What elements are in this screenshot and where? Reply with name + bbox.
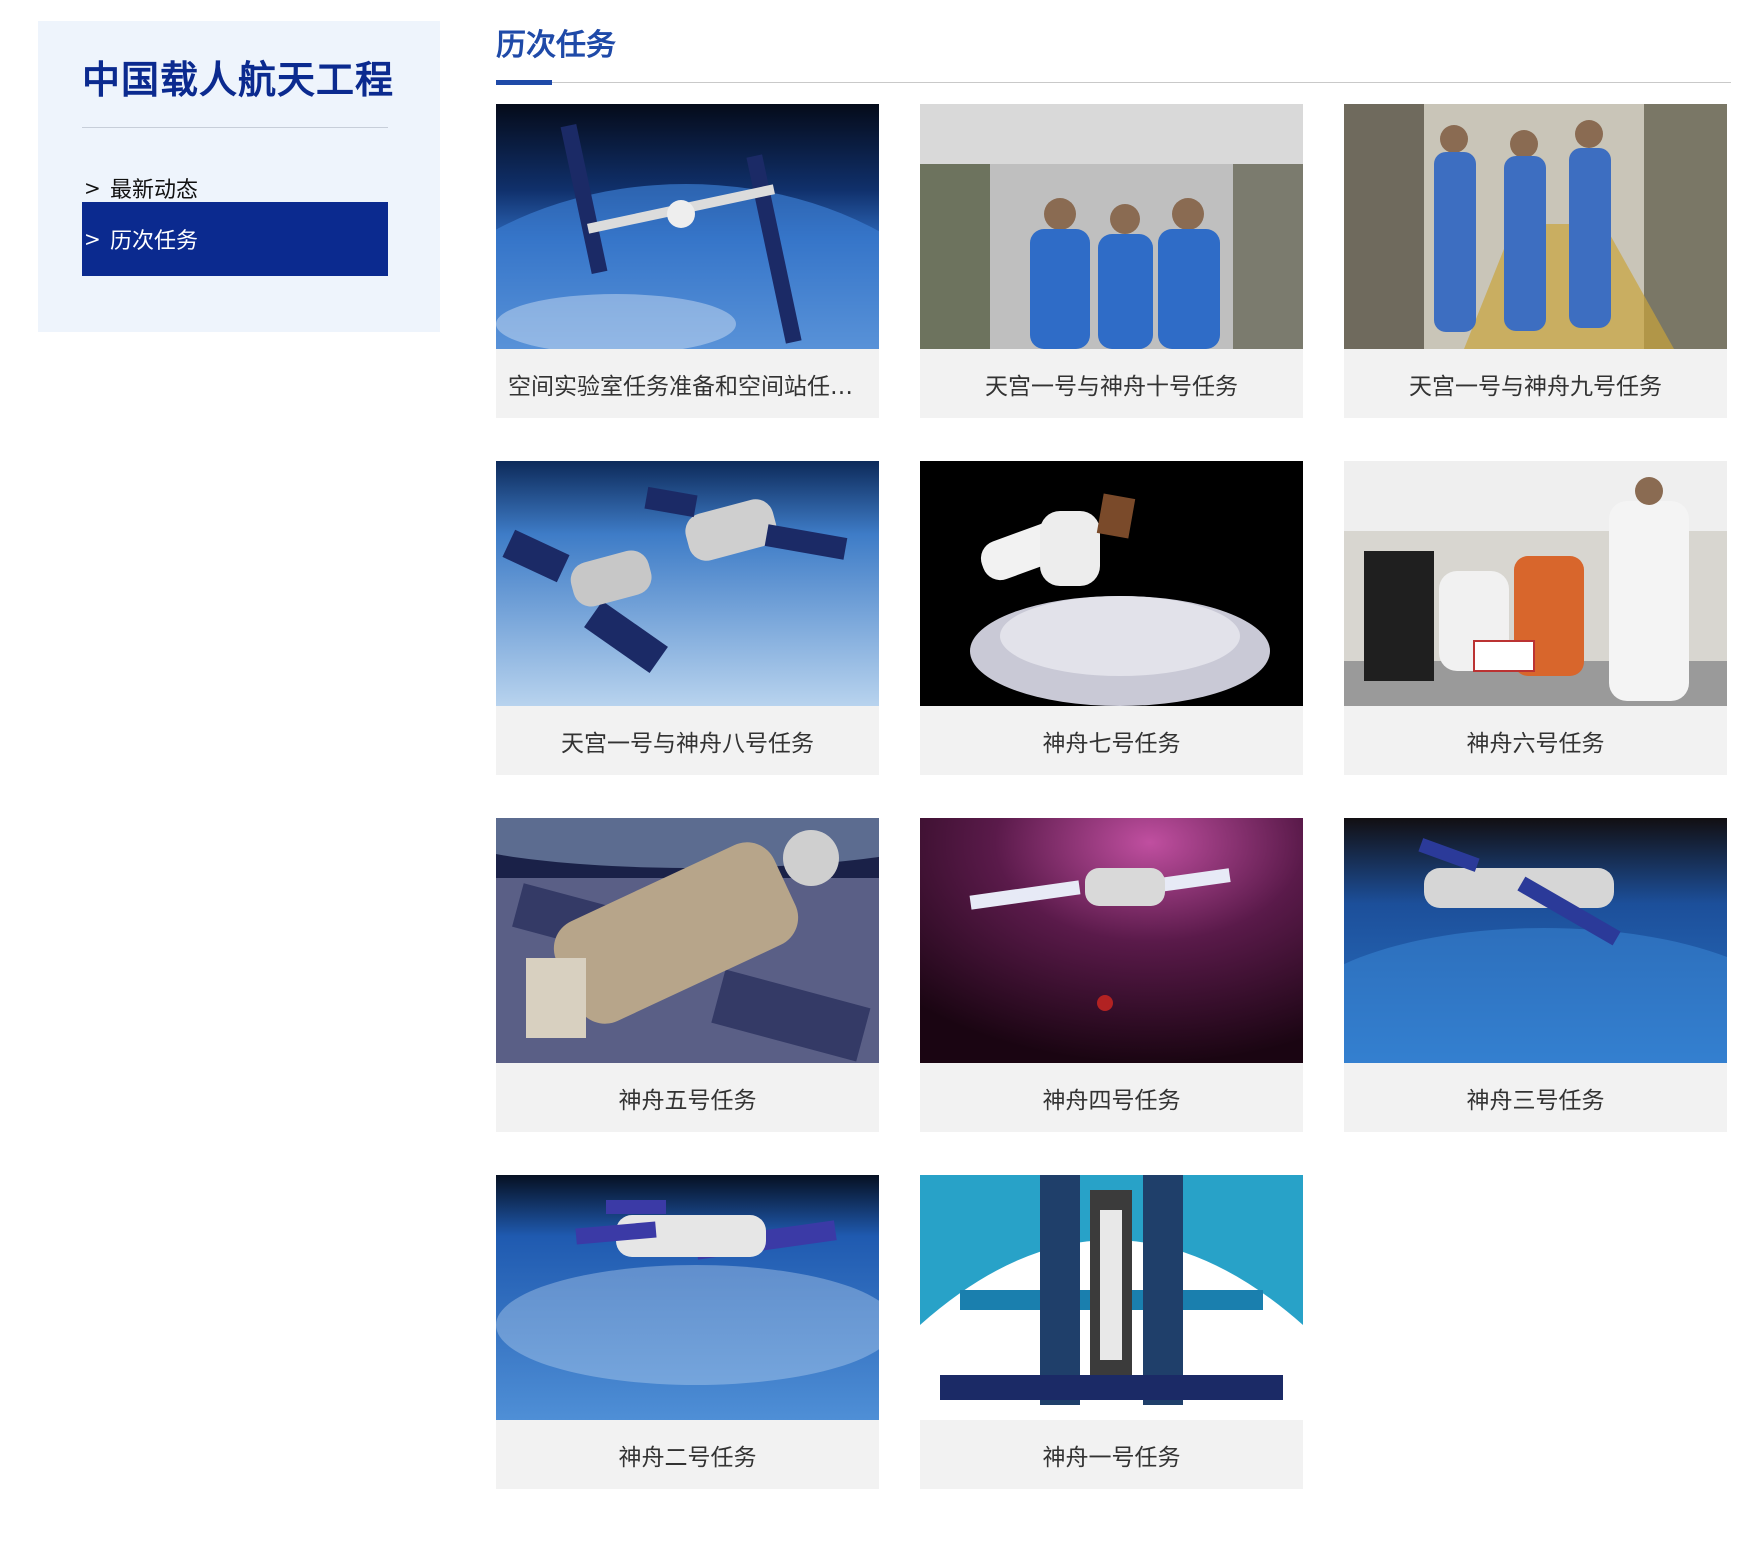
mission-caption[interactable]: 神舟六号任务	[1356, 706, 1715, 775]
chevron-right-icon: >	[84, 176, 101, 200]
mission-thumbnail[interactable]	[496, 818, 879, 1063]
sidebar-item-label: 历次任务	[110, 229, 199, 254]
header-accent-bar	[496, 80, 552, 85]
mission-caption[interactable]: 神舟五号任务	[508, 1063, 867, 1132]
chevron-right-icon: >	[84, 227, 101, 251]
mission-card[interactable]: 天宫一号与神舟八号任务	[496, 461, 879, 775]
mission-card[interactable]: 神舟五号任务	[496, 818, 879, 1132]
sidebar-item-missions[interactable]: > 历次任务	[82, 202, 388, 276]
mission-caption[interactable]: 空间实验室任务准备和空间站任务...	[508, 349, 867, 418]
sidebar-divider	[82, 127, 388, 128]
mission-card[interactable]: 神舟一号任务	[920, 1175, 1303, 1489]
mission-card[interactable]: 天宫一号与神舟九号任务	[1344, 104, 1727, 418]
mission-caption[interactable]: 神舟四号任务	[932, 1063, 1291, 1132]
page-title: 历次任务	[496, 28, 616, 63]
sidebar-title: 中国载人航天工程	[82, 58, 395, 102]
mission-card[interactable]: 神舟七号任务	[920, 461, 1303, 775]
mission-thumbnail[interactable]	[920, 461, 1303, 706]
mission-caption[interactable]: 天宫一号与神舟九号任务	[1356, 349, 1715, 418]
mission-caption[interactable]: 神舟一号任务	[932, 1420, 1291, 1489]
mission-caption[interactable]: 神舟二号任务	[508, 1420, 867, 1489]
mission-thumbnail[interactable]	[1344, 818, 1727, 1063]
mission-card[interactable]: 神舟四号任务	[920, 818, 1303, 1132]
header-divider	[496, 82, 1731, 83]
mission-card[interactable]: 天宫一号与神舟十号任务	[920, 104, 1303, 418]
mission-card[interactable]: 神舟二号任务	[496, 1175, 879, 1489]
mission-caption[interactable]: 神舟七号任务	[932, 706, 1291, 775]
mission-thumbnail[interactable]	[920, 1175, 1303, 1420]
mission-caption[interactable]: 神舟三号任务	[1356, 1063, 1715, 1132]
sidebar-item-label: 最新动态	[110, 178, 199, 203]
mission-card[interactable]: 神舟三号任务	[1344, 818, 1727, 1132]
mission-caption[interactable]: 天宫一号与神舟八号任务	[508, 706, 867, 775]
mission-thumbnail[interactable]	[496, 1175, 879, 1420]
mission-card[interactable]: 神舟六号任务	[1344, 461, 1727, 775]
sidebar: 中国载人航天工程 > 最新动态 > 历次任务	[38, 21, 440, 332]
mission-thumbnail[interactable]	[1344, 104, 1727, 349]
mission-card[interactable]: 空间实验室任务准备和空间站任务...	[496, 104, 879, 418]
mission-thumbnail[interactable]	[1344, 461, 1727, 706]
mission-thumbnail[interactable]	[920, 104, 1303, 349]
mission-thumbnail[interactable]	[920, 818, 1303, 1063]
mission-thumbnail[interactable]	[496, 461, 879, 706]
mission-caption[interactable]: 天宫一号与神舟十号任务	[932, 349, 1291, 418]
mission-thumbnail[interactable]	[496, 104, 879, 349]
